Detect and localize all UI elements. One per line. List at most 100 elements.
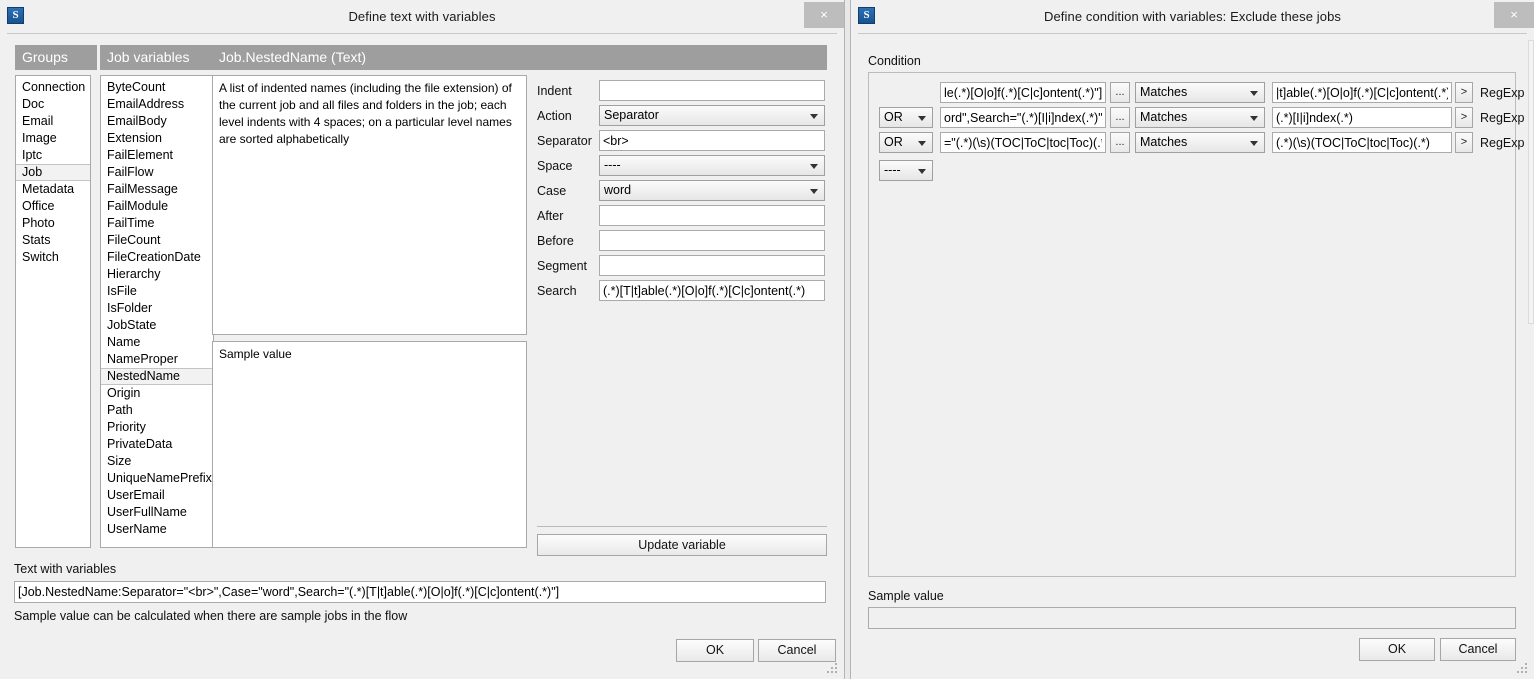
field-combo[interactable]: word (599, 180, 825, 201)
field-input[interactable] (599, 80, 825, 101)
form-row: Case word (537, 180, 827, 205)
value-chevron-button[interactable]: > (1455, 82, 1473, 103)
group-list-item[interactable]: Metadata (16, 181, 90, 198)
logic-operator-value: OR (884, 135, 903, 149)
form-row: Before (537, 230, 827, 255)
chevron-down-icon (918, 116, 926, 121)
variable-list-item[interactable]: IsFile (101, 283, 213, 300)
resize-grip[interactable] (1517, 663, 1529, 675)
form-divider (537, 526, 827, 527)
browse-variable-button[interactable]: ... (1110, 107, 1130, 128)
close-icon[interactable]: × (804, 2, 844, 28)
variable-list-item[interactable]: Size (101, 453, 213, 470)
right-dialog-titlebar[interactable]: S Define condition with variables: Exclu… (851, 0, 1534, 33)
variable-list-item[interactable]: PrivateData (101, 436, 213, 453)
left-ok-button[interactable]: OK (676, 639, 754, 662)
variable-list-item[interactable]: FailFlow (101, 164, 213, 181)
condition-expression-input[interactable] (940, 132, 1106, 153)
background-scrollbar[interactable] (1528, 40, 1534, 324)
variable-list-item[interactable]: IsFolder (101, 300, 213, 317)
trailing-logic-combo[interactable]: ---- (879, 160, 933, 181)
condition-expression-input[interactable] (940, 107, 1106, 128)
right-ok-button[interactable]: OK (1359, 638, 1435, 661)
form-row: Action Separator (537, 105, 827, 130)
condition-expression-input[interactable] (940, 82, 1106, 103)
group-list-item[interactable]: Job (16, 164, 90, 181)
left-dialog-title: Define text with variables (348, 9, 496, 24)
variable-list-item[interactable]: Priority (101, 419, 213, 436)
group-list-item[interactable]: Switch (16, 249, 90, 266)
value-type-label: RegExp (1480, 111, 1525, 125)
field-label: Segment (537, 259, 588, 273)
field-input[interactable] (599, 280, 825, 301)
logic-operator-combo[interactable]: OR (879, 107, 933, 128)
browse-variable-button[interactable]: ... (1110, 82, 1130, 103)
right-cancel-button[interactable]: Cancel (1440, 638, 1516, 661)
trailing-logic-value: ---- (884, 163, 901, 177)
left-sample-value-box: Sample value (212, 341, 527, 548)
update-variable-button[interactable]: Update variable (537, 534, 827, 556)
right-dialog-title: Define condition with variables: Exclude… (1043, 9, 1342, 24)
chevron-down-icon (1250, 116, 1258, 121)
right-sample-value-input[interactable] (868, 607, 1516, 629)
variable-list-item[interactable]: UserName (101, 521, 213, 538)
variable-list-item[interactable]: FileCreationDate (101, 249, 213, 266)
chevron-down-icon (810, 189, 818, 194)
field-input[interactable] (599, 205, 825, 226)
field-combo[interactable]: ---- (599, 155, 825, 176)
group-list-item[interactable]: Office (16, 198, 90, 215)
condition-value-input[interactable] (1272, 132, 1452, 153)
resize-grip[interactable] (827, 663, 839, 675)
field-combo-value: Separator (604, 108, 659, 122)
group-list-item[interactable]: Iptc (16, 147, 90, 164)
match-operator-combo[interactable]: Matches (1135, 107, 1265, 128)
left-dialog-body: Groups Job variables Job.NestedName (Tex… (7, 33, 837, 673)
group-list-item[interactable]: Image (16, 130, 90, 147)
left-dialog-titlebar[interactable]: S Define text with variables × (0, 0, 844, 33)
variable-list-item[interactable]: UserFullName (101, 504, 213, 521)
form-row: Segment (537, 255, 827, 280)
field-input[interactable] (599, 230, 825, 251)
variable-list-item[interactable]: UniqueNamePrefix (101, 470, 213, 487)
groups-listbox[interactable]: Connection Doc Email Image Iptc Job Metadata Of… (15, 75, 91, 548)
group-list-item[interactable]: Photo (16, 215, 90, 232)
text-with-variables-input[interactable] (14, 581, 826, 603)
group-list-item[interactable]: Email (16, 113, 90, 130)
field-input[interactable] (599, 130, 825, 151)
match-operator-combo[interactable]: Matches (1135, 82, 1265, 103)
field-input[interactable] (599, 255, 825, 276)
left-cancel-button[interactable]: Cancel (758, 639, 836, 662)
variable-list-item[interactable]: FailTime (101, 215, 213, 232)
variable-list-item[interactable]: Hierarchy (101, 266, 213, 283)
match-operator-combo[interactable]: Matches (1135, 132, 1265, 153)
variable-list-item[interactable]: Path (101, 402, 213, 419)
value-chevron-button[interactable]: > (1455, 132, 1473, 153)
group-list-item[interactable]: Doc (16, 96, 90, 113)
value-chevron-button[interactable]: > (1455, 107, 1473, 128)
variable-list-item[interactable]: EmailBody (101, 113, 213, 130)
variable-list-item[interactable]: Origin (101, 385, 213, 402)
close-icon[interactable]: × (1494, 2, 1534, 28)
condition-value-input[interactable] (1272, 82, 1452, 103)
condition-rows: ...Matches>RegExpOR...Matches>RegExpOR..… (869, 73, 1524, 157)
job-variables-listbox[interactable]: ByteCount EmailAddress EmailBody Extension F… (100, 75, 214, 548)
variable-list-item[interactable]: NestedName (101, 368, 213, 385)
variable-list-item[interactable]: ByteCount (101, 79, 213, 96)
variable-description: A list of indented names (including the … (212, 75, 527, 335)
browse-variable-button[interactable]: ... (1110, 132, 1130, 153)
variable-list-item[interactable]: FailModule (101, 198, 213, 215)
variable-list-item[interactable]: NameProper (101, 351, 213, 368)
variable-list-item[interactable]: FailElement (101, 147, 213, 164)
variable-list-item[interactable]: EmailAddress (101, 96, 213, 113)
variable-list-item[interactable]: Name (101, 334, 213, 351)
variable-list-item[interactable]: FileCount (101, 232, 213, 249)
group-list-item[interactable]: Stats (16, 232, 90, 249)
logic-operator-combo[interactable]: OR (879, 132, 933, 153)
variable-list-item[interactable]: Extension (101, 130, 213, 147)
variable-list-item[interactable]: JobState (101, 317, 213, 334)
group-list-item[interactable]: Connection (16, 79, 90, 96)
field-combo[interactable]: Separator (599, 105, 825, 126)
condition-value-input[interactable] (1272, 107, 1452, 128)
variable-list-item[interactable]: UserEmail (101, 487, 213, 504)
variable-list-item[interactable]: FailMessage (101, 181, 213, 198)
